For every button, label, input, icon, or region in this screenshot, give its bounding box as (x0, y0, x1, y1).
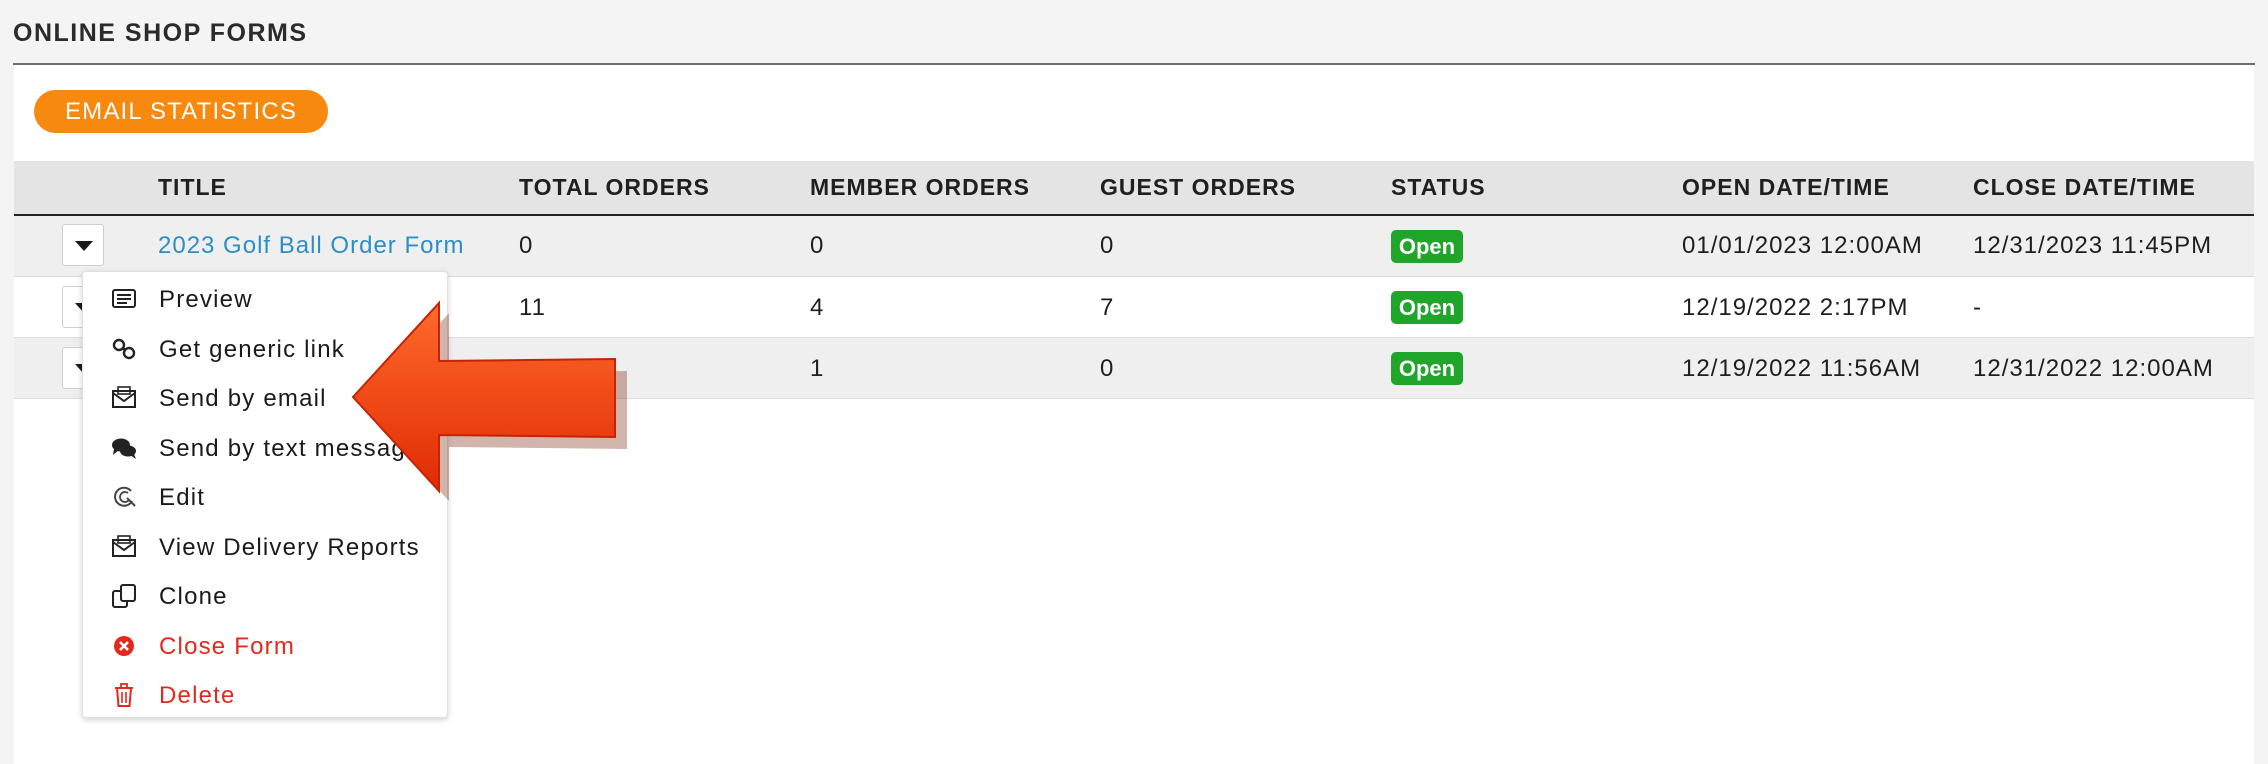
status-badge: Open (1391, 291, 1463, 324)
close-circle-icon (114, 636, 134, 656)
column-header-guest-orders[interactable]: GUEST ORDERS (1100, 174, 1296, 201)
row-actions-toggle[interactable] (62, 224, 104, 266)
open-date-cell: 12/19/2022 2:17PM (1682, 294, 1909, 321)
guest-orders-cell: 7 (1100, 294, 1115, 321)
member-orders-cell: 1 (810, 355, 825, 382)
column-header-open-date[interactable]: OPEN DATE/TIME (1682, 174, 1890, 201)
guest-orders-cell: 0 (1100, 355, 1115, 382)
status-badge: Open (1391, 352, 1463, 385)
trash-icon (115, 683, 133, 707)
open-date-cell: 12/19/2022 11:56AM (1682, 355, 1922, 382)
link-icon (112, 338, 136, 360)
annotation-arrow-icon (351, 300, 627, 501)
total-orders-cell: 0 (519, 232, 534, 259)
column-header-member-orders[interactable]: MEMBER ORDERS (810, 174, 1030, 201)
menu-item-label: Preview (159, 286, 253, 313)
menu-item-close-form[interactable]: Close Form (83, 625, 449, 669)
edit-icon (114, 486, 136, 507)
menu-item-label: Clone (159, 583, 228, 610)
close-date-cell: 12/31/2023 11:45PM (1973, 232, 2213, 259)
menu-item-view-delivery-reports[interactable]: View Delivery Reports (83, 526, 449, 570)
column-header-total-orders[interactable]: TOTAL ORDERS (519, 174, 710, 201)
column-header-close-date[interactable]: CLOSE DATE/TIME (1973, 174, 2196, 201)
member-orders-cell: 0 (810, 232, 825, 259)
page-header: ONLINE SHOP FORMS (0, 0, 2268, 64)
column-header-status[interactable]: STATUS (1391, 174, 1486, 201)
page-title: ONLINE SHOP FORMS (13, 19, 308, 47)
menu-item-clone[interactable]: Clone (83, 575, 449, 619)
open-date-cell: 01/01/2023 12:00AM (1682, 232, 1923, 259)
delivery-report-icon (112, 535, 136, 557)
email-statistics-button[interactable]: EMAIL STATISTICS (34, 90, 328, 133)
close-date-cell: 12/31/2022 12:00AM (1973, 355, 2214, 382)
close-date-cell: - (1973, 294, 1982, 321)
menu-item-label: Delete (159, 682, 236, 709)
clone-icon (112, 584, 136, 608)
status-badge: Open (1391, 230, 1463, 263)
menu-item-label: Edit (159, 484, 206, 511)
menu-item-delete[interactable]: Delete (83, 674, 449, 718)
column-header-title[interactable]: TITLE (158, 174, 227, 201)
menu-item-label: Close Form (159, 633, 296, 660)
guest-orders-cell: 0 (1100, 232, 1115, 259)
menu-item-label: Get generic link (159, 336, 345, 363)
email-icon (112, 386, 136, 408)
preview-icon (112, 289, 136, 308)
chat-icon (112, 438, 136, 459)
menu-item-label: View Delivery Reports (159, 534, 420, 561)
menu-item-label: Send by email (159, 385, 327, 412)
member-orders-cell: 4 (810, 294, 825, 321)
caret-down-icon (75, 241, 93, 251)
form-title-link[interactable]: 2023 Golf Ball Order Form (158, 232, 464, 260)
